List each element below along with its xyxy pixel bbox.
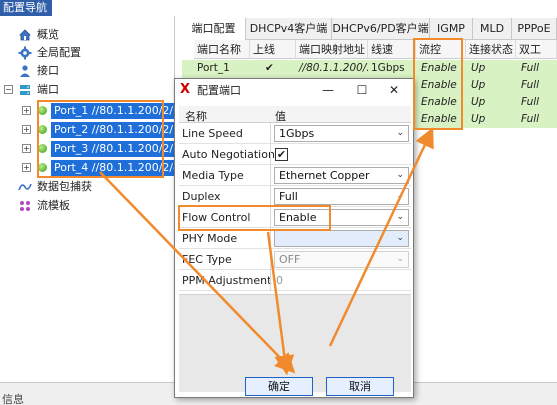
template-icon [18,199,32,213]
col-header-value: 值 [275,110,286,123]
tab-igmp[interactable]: IGMP [430,18,473,40]
auto-negotiation-checkbox[interactable]: ✔ [275,148,288,161]
nav-title: 配置导航 [0,0,52,16]
chevron-down-icon: ⌄ [396,233,404,243]
gear-icon [18,46,32,60]
media-type-select[interactable]: Ethernet Copper ⌄ [274,167,409,184]
nav-tree: 概览 全局配置 接口 − 端口 + Port_1 //80.1.1.200/2/… [0,16,184,382]
col-header-port-name[interactable]: 端口名称 [194,40,250,59]
cell-duplex: Full [521,79,540,91]
config-tabs: 端口配置 DHCPv4客户端 DHCPv6/PD客户端 IGMP MLD PPP… [182,18,557,40]
cancel-button[interactable]: 取消 [326,377,394,396]
annotation-box-flow-column [413,38,463,130]
chevron-down-icon: ⌄ [396,170,404,180]
prop-ppm-adjustment: PPM Adjustment 0 [179,270,411,291]
col-header-link-state[interactable]: 连接状态 [466,40,516,59]
config-port-dialog: X 配置端口 — ☐ ✕ 名称 值 Line Speed 1Gbps ⌄ Auto… [174,78,414,398]
col-header-mapped-address[interactable]: 端口映射地址 [296,40,368,59]
cell-duplex: Full [521,96,540,108]
phy-mode-select[interactable]: ⌄ [274,230,409,247]
collapse-icon[interactable]: − [4,85,13,94]
line-speed-select[interactable]: 1Gbps ⌄ [274,125,409,142]
expand-icon[interactable]: + [22,125,31,134]
cell-link-state: Up [471,62,486,74]
server-icon [18,83,32,97]
annotation-box-ports [37,100,164,178]
fec-type-select[interactable]: OFF ⌄ [274,251,409,268]
chevron-down-icon: ⌄ [396,254,404,264]
user-icon [18,64,32,78]
cell-speed: 1Gbps [371,62,405,74]
prop-duplex: Duplex Full ⌄ [179,186,411,207]
chevron-down-icon: ⌄ [396,191,404,201]
maximize-button[interactable]: ☐ [351,81,373,99]
annotation-box-flow-control [178,205,331,231]
cell-mapped-address: //80.1.1.200/... [299,62,368,74]
prop-line-speed: Line Speed 1Gbps ⌄ [179,123,411,144]
col-header-online[interactable]: 上线 [250,40,296,59]
prop-fec-type: FEC Type OFF ⌄ [179,249,411,270]
cell-duplex: Full [521,62,540,74]
col-header-duplex[interactable]: 双工 [516,40,557,59]
tab-pppoe[interactable]: PPPoE [512,18,557,40]
tab-dhcpv4[interactable]: DHCPv4客户端 [246,18,332,40]
cell-link-state: Up [471,113,486,125]
cell-duplex: Full [521,113,540,125]
tab-dhcpv6[interactable]: DHCPv6/PD客户端 [332,18,430,40]
ppm-adjustment-input[interactable]: 0 [276,270,283,291]
cell-online-checkbox[interactable]: ✔ [262,60,282,77]
chevron-down-icon: ⌄ [396,128,404,138]
prop-auto-negotiation: Auto Negotiation ✔ [179,144,411,165]
ok-button[interactable]: 确定 [245,377,313,396]
home-icon [18,28,32,42]
tab-mld[interactable]: MLD [473,18,512,40]
app-logo-icon: X [180,82,191,97]
wave-icon [18,180,32,194]
col-header-name: 名称 [185,110,207,123]
cell-port-name: Port_1 [197,62,230,74]
minimize-button[interactable]: — [317,81,339,99]
tab-port-config[interactable]: 端口配置 [182,18,246,40]
expand-icon[interactable]: + [22,163,31,172]
cell-link-state: Up [471,96,486,108]
expand-icon[interactable]: + [22,144,31,153]
col-header-speed[interactable]: 线速 [368,40,416,59]
chevron-down-icon: ⌄ [396,212,404,222]
duplex-select[interactable]: Full ⌄ [274,188,409,205]
status-bar-label: 信息 [2,393,24,405]
prop-phy-mode: PHY Mode ⌄ [179,228,411,249]
close-button[interactable]: ✕ [383,81,405,99]
property-grid-header: 名称 值 [179,106,411,123]
expand-icon[interactable]: + [22,106,31,115]
dialog-title: 配置端口 [197,84,241,97]
prop-media-type: Media Type Ethernet Copper ⌄ [179,165,411,186]
cell-link-state: Up [471,79,486,91]
dialog-titlebar[interactable]: X 配置端口 — ☐ ✕ [175,79,413,101]
